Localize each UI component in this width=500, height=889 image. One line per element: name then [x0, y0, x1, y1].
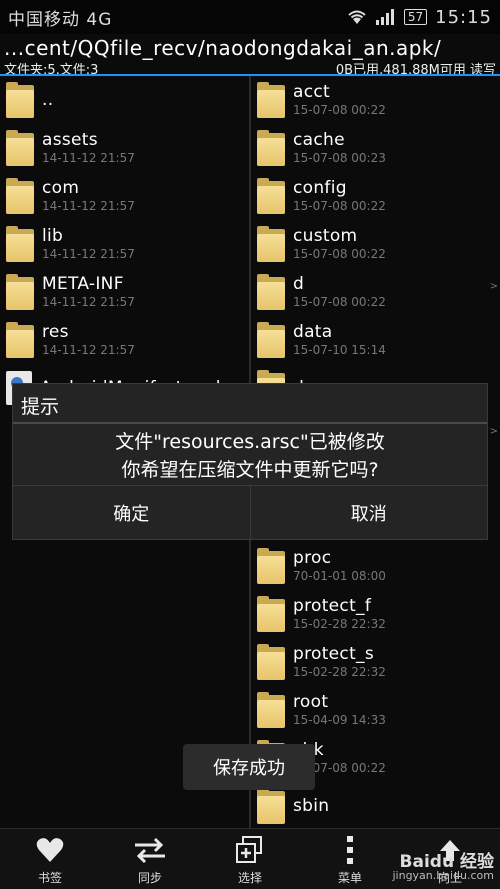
menu-button[interactable]: 菜单 — [300, 829, 400, 889]
file-date: 14-11-12 21:57 — [42, 343, 135, 357]
bookmark-button[interactable]: 书签 — [0, 829, 100, 889]
current-path[interactable]: ...cent/QQfile_recv/naodongdakai_an.apk/ — [4, 36, 496, 60]
list-item[interactable]: proc 70-01-01 08:00 — [251, 542, 500, 590]
file-name: lib — [42, 226, 64, 246]
list-item[interactable]: acct 15-07-08 00:22 — [251, 76, 500, 124]
file-date: 70-01-01 08:00 — [293, 569, 386, 583]
cancel-button[interactable]: 取消 — [249, 486, 488, 539]
file-date: 15-07-08 00:22 — [293, 103, 386, 117]
folder-icon — [257, 322, 285, 358]
file-date: 15-07-08 00:22 — [293, 247, 386, 261]
list-item[interactable]: assets 14-11-12 21:57 — [0, 124, 249, 172]
list-item[interactable]: protect_s 15-02-28 22:32 — [251, 638, 500, 686]
dialog-title: 提示 — [13, 384, 487, 424]
carrier-label: 中国移动 4G — [8, 9, 113, 30]
folder-icon — [257, 596, 285, 632]
file-date: 15-04-09 14:33 — [293, 713, 386, 727]
file-name: assets — [42, 130, 98, 150]
folder-icon — [257, 226, 285, 262]
file-date: 15-07-08 00:22 — [293, 295, 386, 309]
sync-arrows-icon — [135, 837, 165, 863]
file-name: .. — [42, 90, 54, 110]
file-date: 15-02-28 22:32 — [293, 617, 386, 631]
file-name: protect_f — [293, 596, 372, 616]
file-date: 14-11-12 21:57 — [42, 199, 135, 213]
list-item[interactable]: protect_f 15-02-28 22:32 — [251, 590, 500, 638]
list-item[interactable]: com 14-11-12 21:57 — [0, 172, 249, 220]
sync-button[interactable]: 同步 — [100, 829, 200, 889]
folder-icon — [6, 226, 34, 262]
folder-icon — [257, 274, 285, 310]
list-item[interactable]: custom 15-07-08 00:22 — [251, 220, 500, 268]
file-name: proc — [293, 548, 332, 568]
file-name: d — [293, 274, 305, 294]
baidu-watermark: Baidu 经验 jingyan.baidu.com — [392, 852, 494, 883]
file-name: META-INF — [42, 274, 124, 294]
status-bar: 中国移动 4G 57 15:15 — [0, 0, 500, 34]
dialog-message-line1: 文件"resources.arsc"已被修改 — [115, 431, 385, 453]
folder-icon — [257, 548, 285, 584]
path-bar[interactable]: ...cent/QQfile_recv/naodongdakai_an.apk/… — [0, 34, 500, 78]
bottom-toolbar: 书签 同步 选择 菜单 向上 Baidu 经验 jingyan.baidu.co… — [0, 828, 500, 889]
dialog-message-line2: 你希望在压缩文件中更新它吗? — [121, 459, 379, 481]
clock: 15:15 — [435, 6, 492, 28]
list-item[interactable]: cache 15-07-08 00:23 — [251, 124, 500, 172]
list-item[interactable]: data 15-07-10 15:14 — [251, 316, 500, 364]
watermark-url: jingyan.baidu.com — [392, 869, 494, 882]
menu-dots-icon — [347, 836, 353, 864]
file-name: acct — [293, 82, 330, 102]
file-date: 15-07-08 00:22 — [293, 199, 386, 213]
list-item[interactable]: lib 14-11-12 21:57 — [0, 220, 249, 268]
save-success-toast: 保存成功 — [183, 744, 315, 790]
menu-label: 菜单 — [337, 871, 362, 885]
file-name: sbin — [293, 796, 330, 816]
file-name: root — [293, 692, 329, 712]
battery-indicator: 57 — [403, 9, 428, 25]
file-date: 14-11-12 21:57 — [42, 151, 135, 165]
file-date: 14-11-12 21:57 — [42, 295, 135, 309]
file-date: 15-02-28 22:32 — [293, 665, 386, 679]
ok-button[interactable]: 确定 — [13, 486, 250, 539]
file-name: cache — [293, 130, 345, 150]
select-label: 选择 — [237, 871, 262, 885]
dialog-message: 文件"resources.arsc"已被修改 你希望在压缩文件中更新它吗? — [13, 424, 487, 484]
heart-icon — [36, 838, 64, 862]
folder-icon — [257, 788, 285, 824]
file-date: 15-07-10 15:14 — [293, 343, 386, 357]
folder-icon — [6, 178, 34, 214]
folder-icon — [257, 692, 285, 728]
file-name: protect_s — [293, 644, 375, 664]
dialog-buttons: 确定 取消 — [13, 485, 487, 539]
multi-select-icon — [236, 836, 262, 863]
watermark-brand: Baidu 经验 — [399, 852, 494, 872]
folder-icon — [6, 82, 34, 118]
signal-icon — [375, 9, 394, 25]
folder-icon — [6, 322, 34, 358]
list-item[interactable]: res 14-11-12 21:57 — [0, 316, 249, 364]
folder-icon — [257, 130, 285, 166]
file-date: 14-11-12 21:57 — [42, 247, 135, 261]
file-name: com — [42, 178, 80, 198]
update-archive-dialog: 提示 文件"resources.arsc"已被修改 你希望在压缩文件中更新它吗?… — [12, 383, 488, 540]
folder-icon — [6, 274, 34, 310]
file-name: config — [293, 178, 347, 198]
bookmark-label: 书签 — [37, 871, 62, 885]
folder-icon — [257, 82, 285, 118]
sync-label: 同步 — [137, 871, 162, 885]
select-button[interactable]: 选择 — [200, 829, 300, 889]
file-name: data — [293, 322, 333, 342]
list-item[interactable]: root 15-04-09 14:33 — [251, 686, 500, 734]
list-item[interactable]: config 15-07-08 00:22 — [251, 172, 500, 220]
wifi-icon — [348, 10, 366, 24]
list-item[interactable]: META-INF 14-11-12 21:57 — [0, 268, 249, 316]
folder-icon — [257, 178, 285, 214]
folder-icon — [257, 644, 285, 680]
list-item[interactable]: d 15-07-08 00:22 — [251, 268, 500, 316]
file-name: custom — [293, 226, 358, 246]
folder-icon — [6, 130, 34, 166]
file-name: res — [42, 322, 69, 342]
list-item[interactable]: .. — [0, 76, 249, 124]
file-date: 15-07-08 00:23 — [293, 151, 386, 165]
